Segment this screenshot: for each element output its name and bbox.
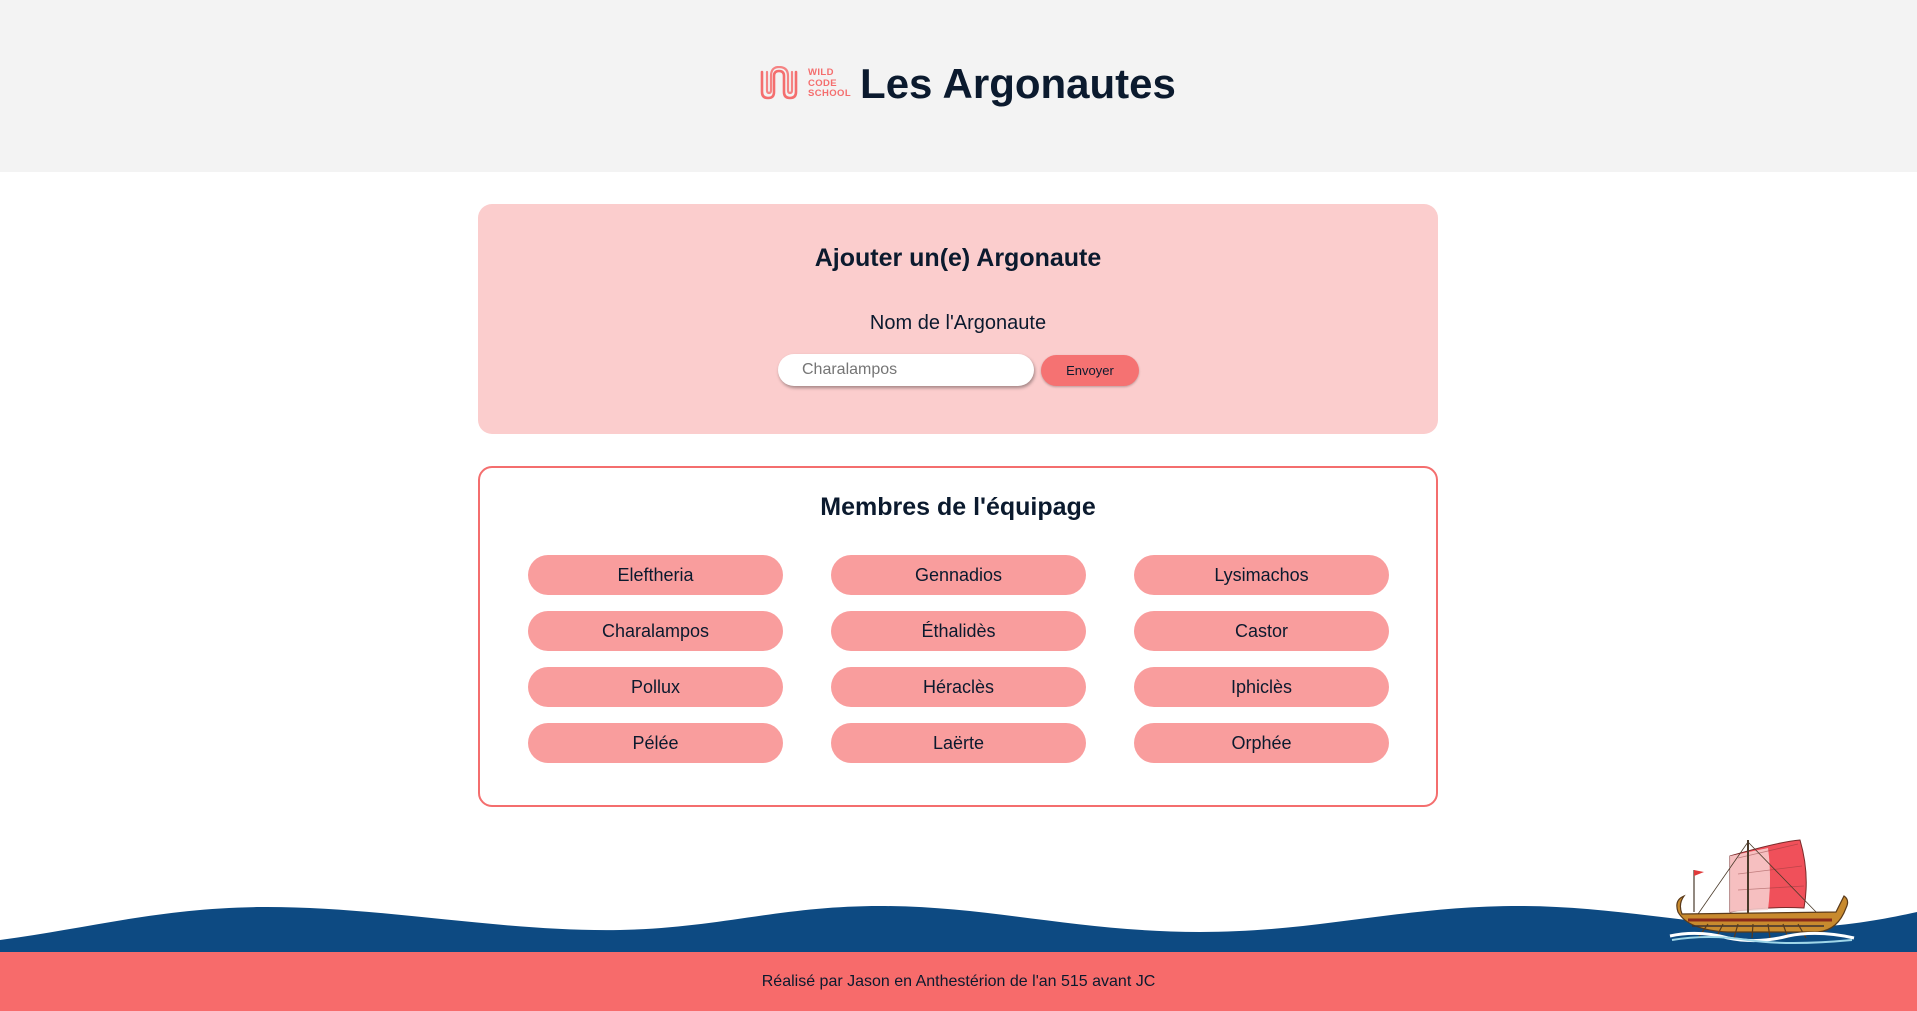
wild-code-school-logo[interactable]: WILD CODE SCHOOL bbox=[758, 64, 851, 104]
crew-list: Eleftheria Gennadios Lysimachos Charalam… bbox=[528, 555, 1389, 763]
crew-member: Castor bbox=[1134, 611, 1389, 651]
crew-member: Charalampos bbox=[528, 611, 783, 651]
site-footer: Réalisé par Jason en Anthestérion de l'a… bbox=[0, 952, 1917, 1011]
name-field-label: Nom de l'Argonaute bbox=[869, 312, 1047, 334]
crew-member: Pollux bbox=[528, 667, 783, 707]
logo-word: SCHOOL bbox=[808, 88, 852, 100]
footer-credit: Réalisé par Jason en Anthestérion de l'a… bbox=[761, 972, 1156, 990]
page-title: Les Argonautes bbox=[860, 60, 1176, 107]
crew-member: Gennadios bbox=[831, 555, 1086, 595]
site-header: WILD CODE SCHOOL Les Argonautes bbox=[0, 0, 1917, 172]
sea-wave bbox=[0, 906, 1917, 952]
crew-member: Laërte bbox=[831, 723, 1086, 763]
crew-member: Héraclès bbox=[831, 667, 1086, 707]
ship-icon bbox=[1669, 839, 1855, 944]
crew-member: Orphée bbox=[1134, 723, 1389, 763]
brand: WILD CODE SCHOOL Les Argonautes bbox=[758, 62, 1176, 106]
argonaut-name-input[interactable] bbox=[778, 354, 1034, 386]
crew-member: Lysimachos bbox=[1134, 555, 1389, 595]
wild-code-school-logo-icon bbox=[760, 66, 798, 100]
logo-wordmark: WILD CODE SCHOOL bbox=[808, 68, 851, 100]
crew-member: Eleftheria bbox=[528, 555, 783, 595]
add-argonaut-card: Ajouter un(e) Argonaute Nom de l'Argonau… bbox=[478, 204, 1438, 434]
crew-members-card: Membres de l'équipage Eleftheria Gennadi… bbox=[478, 466, 1438, 807]
crew-member: Iphiclès bbox=[1134, 667, 1389, 707]
crew-title: Membres de l'équipage bbox=[820, 493, 1096, 521]
crew-member: Pélée bbox=[528, 723, 783, 763]
crew-member: Éthalidès bbox=[831, 611, 1086, 651]
add-argonaut-title: Ajouter un(e) Argonaute bbox=[814, 244, 1102, 272]
send-button[interactable]: Envoyer bbox=[1041, 355, 1139, 386]
